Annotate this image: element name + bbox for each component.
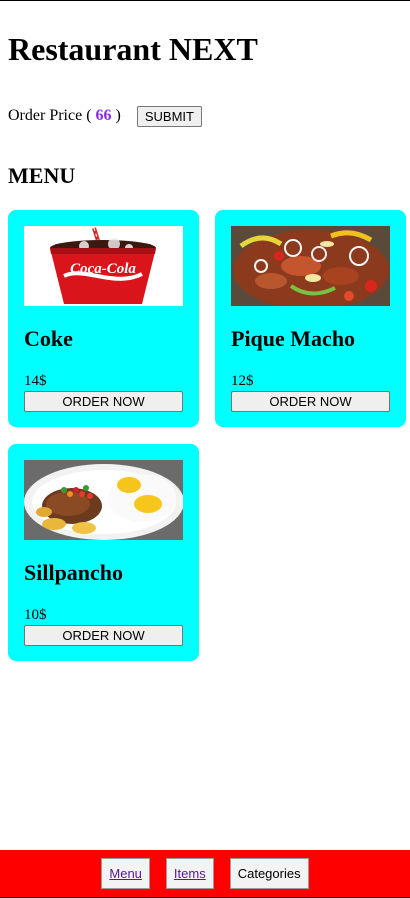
- order-price-label-close: ): [115, 107, 121, 124]
- order-now-button[interactable]: ORDER NOW: [24, 391, 183, 412]
- menu-item-price: 12$: [231, 373, 254, 389]
- coke-cup-image: Coca-Cola: [24, 226, 183, 306]
- order-now-button[interactable]: ORDER NOW: [231, 391, 390, 412]
- footer-tab-menu-label[interactable]: Menu: [109, 866, 142, 881]
- menu-item-name: Pique Macho: [231, 326, 356, 351]
- order-price-row: Order Price ( 66 ) SUBMIT: [8, 105, 202, 127]
- menu-item-name: Sillpancho: [24, 560, 124, 585]
- sillpancho-image: [24, 460, 183, 540]
- footer-tab-categories[interactable]: Categories: [229, 858, 309, 889]
- order-now-button[interactable]: ORDER NOW: [24, 625, 183, 646]
- menu-item-price: 14$: [24, 373, 47, 389]
- page-title: Restaurant NEXT: [8, 31, 258, 67]
- menu-card-coke: Coca-Cola Coke 14$ ORDER NOW: [8, 210, 199, 427]
- footer-nav: Menu Items Categories: [0, 850, 410, 898]
- menu-card-sillpancho: Sillpancho 10$ ORDER NOW: [8, 444, 199, 661]
- menu-heading: MENU: [8, 163, 76, 188]
- footer-tab-categories-label[interactable]: Categories: [238, 866, 301, 881]
- order-price-value: 66: [95, 107, 112, 124]
- footer-tab-items-label[interactable]: Items: [174, 866, 206, 881]
- svg-text:Coca-Cola: Coca-Cola: [70, 261, 136, 277]
- menu-card-pique-macho: Pique Macho 12$ ORDER NOW: [215, 210, 406, 427]
- menu-item-name: Coke: [24, 326, 73, 351]
- page: Restaurant NEXT Order Price ( 66 ) SUBMI…: [0, 0, 410, 898]
- footer-tab-menu[interactable]: Menu: [101, 858, 150, 889]
- order-price-label: Order Price (: [8, 107, 92, 124]
- submit-button[interactable]: SUBMIT: [136, 105, 202, 127]
- menu-item-price: 10$: [24, 607, 47, 623]
- pique-macho-image: [231, 226, 390, 306]
- footer-tab-items[interactable]: Items: [165, 858, 214, 889]
